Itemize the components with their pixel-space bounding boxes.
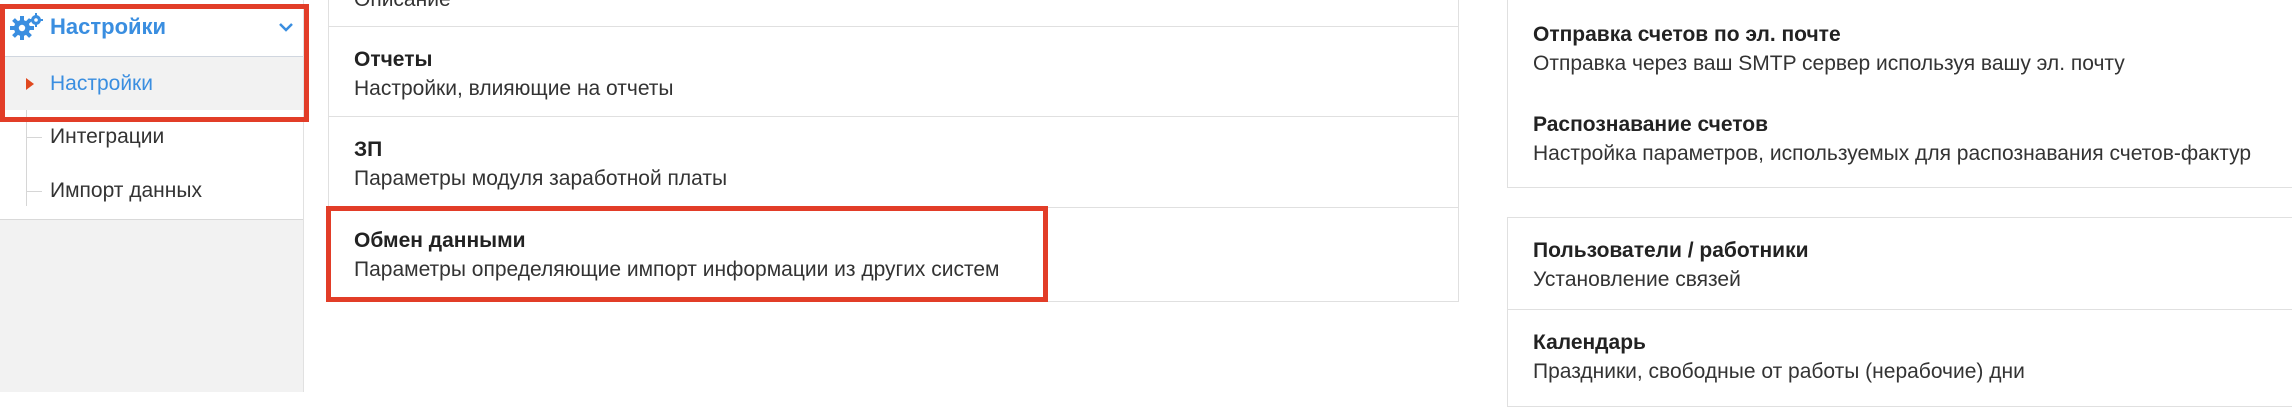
list-item-reports[interactable]: Отчеты Настройки, влияющие на отчеты [329, 26, 1458, 116]
tree-branch [26, 137, 42, 138]
sidebar-item-label: Импорт данных [50, 179, 202, 202]
highlight-box-sidebar [0, 4, 309, 122]
partial-description: Описание [354, 0, 451, 13]
settings-group-users: Пользователи / работники Установление св… [1507, 217, 2292, 407]
list-item-email-invoices[interactable]: Отправка счетов по эл. почте Отправка че… [1508, 0, 2292, 94]
sidebar-item-data-import[interactable]: Импорт данных [0, 164, 303, 218]
row-description: Установление связей [1533, 268, 1741, 291]
row-description: Настройки, влияющие на отчеты [354, 77, 674, 100]
row-title: Пользователи / работники [1533, 239, 1809, 262]
highlight-box-data-exchange [326, 206, 1048, 302]
row-title: Отчеты [354, 48, 433, 71]
tree-branch [26, 191, 42, 192]
list-item-payroll[interactable]: ЗП Параметры модуля заработной платы [329, 116, 1458, 207]
row-title: Отправка счетов по эл. почте [1533, 23, 1841, 46]
row-title: Распознавание счетов [1533, 113, 1769, 136]
list-item-calendar[interactable]: Календарь Праздники, свободные от работы… [1508, 309, 2292, 408]
list-item-invoice-recognition[interactable]: Распознавание счетов Настройка параметро… [1508, 94, 2292, 189]
row-description: Отправка через ваш SMTP сервер используя… [1533, 52, 2125, 75]
row-description: Настройка параметров, используемых для р… [1533, 142, 2252, 165]
list-item-users-workers[interactable]: Пользователи / работники Установление св… [1508, 218, 2292, 309]
row-title: Календарь [1533, 331, 1646, 354]
row-title: ЗП [354, 138, 383, 161]
settings-group-invoices: Отправка счетов по эл. почте Отправка че… [1507, 0, 2292, 188]
sidebar-item-label: Интеграции [50, 125, 165, 148]
row-description: Параметры модуля заработной платы [354, 167, 728, 190]
row-description: Праздники, свободные от работы (нерабочи… [1533, 360, 2025, 383]
